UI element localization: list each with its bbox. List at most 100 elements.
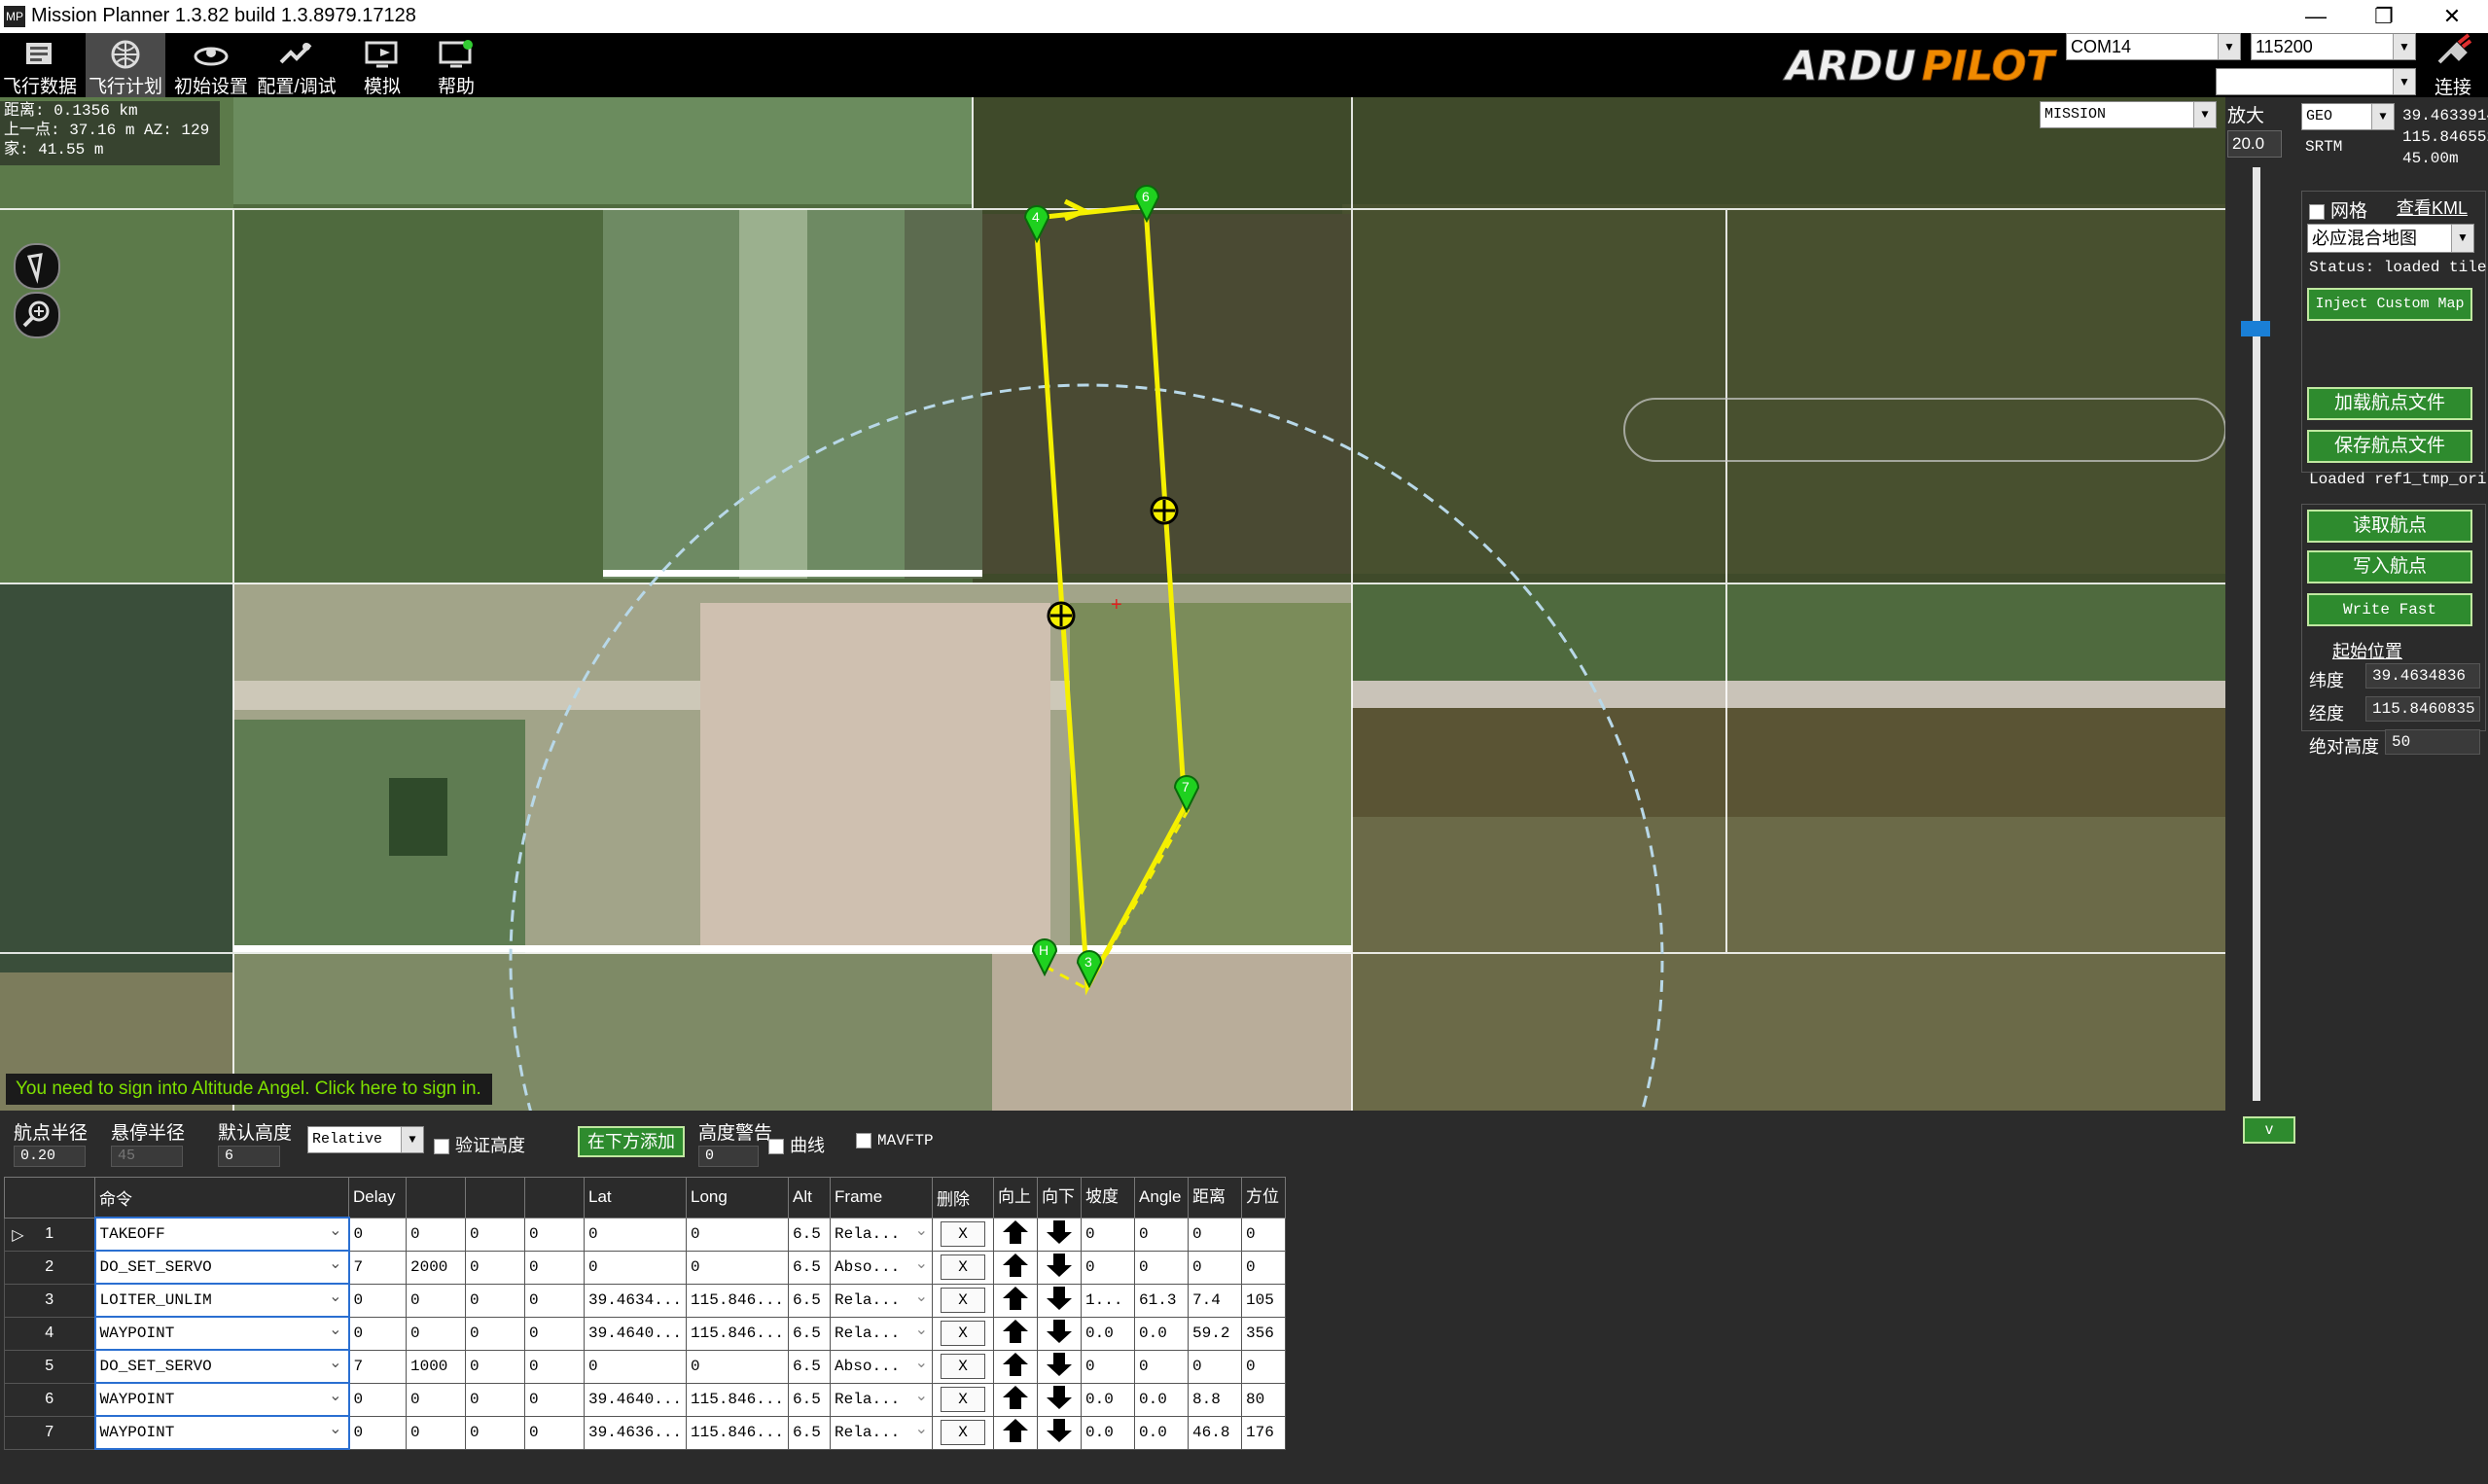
map-type-dropdown[interactable]: 必应混合地图 ▼ xyxy=(2307,224,2474,253)
coord-system-dropdown[interactable]: GEO ▼ xyxy=(2301,103,2395,130)
arrow-down-icon[interactable] xyxy=(1044,1285,1075,1312)
cell-p3[interactable]: 0 xyxy=(465,1415,525,1450)
save-wp-file-button[interactable]: 保存航点文件 xyxy=(2307,430,2472,463)
cell-p3[interactable]: 0 xyxy=(465,1283,525,1318)
cell-delay[interactable]: 7 xyxy=(348,1349,407,1384)
cell-p2[interactable]: 0 xyxy=(406,1382,466,1417)
cell-lng[interactable]: 115.846... xyxy=(686,1316,790,1351)
delete-button[interactable]: X xyxy=(941,1387,986,1412)
arrow-up-icon[interactable] xyxy=(1000,1351,1031,1378)
home-marker[interactable]: H xyxy=(1029,932,1060,976)
waypoint-marker-7[interactable]: 7 xyxy=(1171,768,1202,813)
cell-alt[interactable]: 6.5 xyxy=(788,1316,832,1351)
arrow-up-icon[interactable] xyxy=(1000,1318,1031,1345)
grid-checkbox[interactable]: 网格 xyxy=(2309,196,2367,223)
menu-flight-data[interactable]: 飞行数据 xyxy=(0,33,80,97)
maximize-button[interactable]: ❐ xyxy=(2350,0,2418,33)
mission-map[interactable]: + 4 6 7 H 3 MISSION ▼ xyxy=(0,97,2225,1111)
header-azimuth[interactable]: 方位 xyxy=(1241,1177,1287,1219)
command-select[interactable]: LOITER_UNLIM ⌄ xyxy=(93,1283,350,1318)
collapse-panel-button[interactable]: v xyxy=(2243,1116,2295,1144)
table-row[interactable]: ▷ 1 TAKEOFF ⌄ 0 0 0 0 0 0 6.5 Rela... ⌄ X 0 0 0 0 xyxy=(4,1217,1287,1252)
waypoint-marker-4[interactable]: 4 xyxy=(1021,198,1052,243)
spline-checkbox[interactable]: 曲线 xyxy=(768,1132,825,1157)
header-move-down[interactable]: 向下 xyxy=(1037,1177,1083,1219)
alt-frame-dropdown[interactable]: Relative ▼ xyxy=(307,1126,424,1153)
header-delete[interactable]: 删除 xyxy=(932,1177,995,1219)
command-select[interactable]: WAYPOINT ⌄ xyxy=(93,1316,350,1351)
cell-p4[interactable]: 0 xyxy=(524,1349,585,1384)
com-port-dropdown[interactable]: COM14 ▼ xyxy=(2066,33,2241,60)
cell-lat[interactable]: 39.4640... xyxy=(583,1316,688,1351)
cell-alt[interactable]: 6.5 xyxy=(788,1382,832,1417)
arrow-down-icon[interactable] xyxy=(1044,1219,1075,1246)
header-alt[interactable]: Alt xyxy=(788,1177,832,1219)
loiter-radius-input[interactable]: 45 xyxy=(111,1146,183,1167)
row-number[interactable]: 2 xyxy=(4,1250,95,1285)
add-below-button[interactable]: 在下方添加 xyxy=(578,1126,685,1157)
row-number[interactable]: 4 xyxy=(4,1316,95,1351)
menu-simulation[interactable]: 模拟 xyxy=(342,33,422,97)
table-row[interactable]: 4 WAYPOINT ⌄ 0 0 0 0 39.4640... 115.846... 6.5 Rel… xyxy=(4,1316,1287,1351)
cell-p3[interactable]: 0 xyxy=(465,1349,525,1384)
cell-delay[interactable]: 0 xyxy=(348,1415,407,1450)
cell-lng[interactable]: 115.846... xyxy=(686,1415,790,1450)
arrow-down-icon[interactable] xyxy=(1044,1318,1075,1345)
header-delay[interactable]: Delay xyxy=(348,1177,407,1219)
arrow-up-icon[interactable] xyxy=(1000,1417,1031,1444)
cell-p3[interactable]: 0 xyxy=(465,1217,525,1252)
cell-delay[interactable]: 0 xyxy=(348,1382,407,1417)
cell-delay[interactable]: 0 xyxy=(348,1316,407,1351)
cell-p2[interactable]: 2000 xyxy=(406,1250,466,1285)
verify-height-checkbox[interactable]: 验证高度 xyxy=(434,1132,525,1157)
table-row[interactable]: 2 DO_SET_SERVO ⌄ 7 2000 0 0 0 0 6.5 Abso... ⌄ X 0 0 0 0 xyxy=(4,1250,1287,1285)
arrow-up-icon[interactable] xyxy=(1000,1219,1031,1246)
cell-lat[interactable]: 39.4636... xyxy=(583,1415,688,1450)
frame-select[interactable]: Abso... ⌄ xyxy=(830,1250,934,1285)
command-select[interactable]: DO_SET_SERVO ⌄ xyxy=(93,1250,350,1285)
header-frame[interactable]: Frame xyxy=(830,1177,934,1219)
cell-alt[interactable]: 6.5 xyxy=(788,1283,832,1318)
cell-p4[interactable]: 0 xyxy=(524,1316,585,1351)
delete-button[interactable]: X xyxy=(941,1420,986,1445)
cell-p4[interactable]: 0 xyxy=(524,1283,585,1318)
servo-marker-icon[interactable] xyxy=(1148,494,1181,527)
view-kml-link[interactable]: 查看KML xyxy=(2397,194,2468,220)
zoom-spinner[interactable]: 20.0 xyxy=(2227,130,2282,158)
zoom-slider-handle[interactable] xyxy=(2241,321,2270,336)
mavftp-checkbox[interactable]: MAVFTP xyxy=(856,1132,934,1149)
cell-delay[interactable]: 0 xyxy=(348,1283,407,1318)
arrow-down-icon[interactable] xyxy=(1044,1384,1075,1411)
menu-flight-plan[interactable]: 飞行计划 xyxy=(86,33,165,97)
cell-p2[interactable]: 0 xyxy=(406,1316,466,1351)
frame-select[interactable]: Abso... ⌄ xyxy=(830,1349,934,1384)
wp-radius-input[interactable]: 0.20 xyxy=(14,1146,86,1167)
frame-select[interactable]: Rela... ⌄ xyxy=(830,1316,934,1351)
cell-p4[interactable]: 0 xyxy=(524,1250,585,1285)
cell-alt[interactable]: 6.5 xyxy=(788,1250,832,1285)
arrow-up-icon[interactable] xyxy=(1000,1285,1031,1312)
home-location-title[interactable]: 起始位置 xyxy=(2332,638,2402,663)
cell-delay[interactable]: 7 xyxy=(348,1250,407,1285)
home-lng-input[interactable]: 115.8460835 xyxy=(2365,696,2480,722)
cell-lng[interactable]: 0 xyxy=(686,1250,790,1285)
row-number[interactable]: 3 xyxy=(4,1283,95,1318)
row-number[interactable]: 7 xyxy=(4,1415,95,1450)
write-fast-button[interactable]: Write Fast xyxy=(2307,593,2472,626)
command-select[interactable]: DO_SET_SERVO ⌄ xyxy=(93,1349,350,1384)
menu-help[interactable]: 帮助 xyxy=(416,33,496,97)
cell-lng[interactable]: 0 xyxy=(686,1217,790,1252)
cell-lat[interactable]: 0 xyxy=(583,1250,688,1285)
waypoint-marker-6[interactable]: 6 xyxy=(1131,178,1162,223)
frame-select[interactable]: Rela... ⌄ xyxy=(830,1382,934,1417)
alt-warning-input[interactable]: 0 xyxy=(698,1146,759,1167)
close-button[interactable]: ✕ xyxy=(2418,0,2486,33)
arrow-down-icon[interactable] xyxy=(1044,1351,1075,1378)
cell-p3[interactable]: 0 xyxy=(465,1316,525,1351)
minimize-button[interactable]: — xyxy=(2282,0,2350,33)
header-long[interactable]: Long xyxy=(686,1177,790,1219)
command-select[interactable]: WAYPOINT ⌄ xyxy=(93,1415,350,1450)
inject-custom-map-button[interactable]: Inject Custom Map xyxy=(2307,288,2472,321)
table-row[interactable]: 3 LOITER_UNLIM ⌄ 0 0 0 0 39.4634... 115.846... 6.… xyxy=(4,1283,1287,1318)
frame-select[interactable]: Rela... ⌄ xyxy=(830,1415,934,1450)
